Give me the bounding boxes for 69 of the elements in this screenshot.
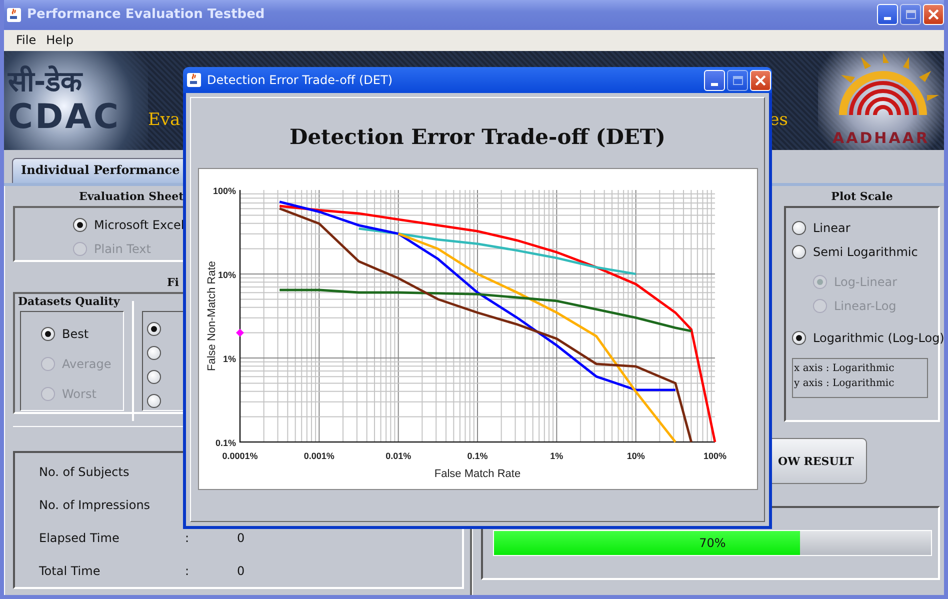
x-tick-label: 1% xyxy=(550,451,563,461)
logo-text: AADHAAR xyxy=(832,129,930,148)
x-tick-label: 100% xyxy=(702,451,726,461)
close-icon xyxy=(928,9,939,20)
axis-scale-text: x axis : Logarithmic xyxy=(794,362,896,376)
banner-heading: Eva xyxy=(148,110,180,130)
radio-button[interactable] xyxy=(73,218,87,232)
stat-label: Elapsed Time xyxy=(39,530,120,544)
chart-title: Detection Error Trade-off (DET) xyxy=(289,124,666,151)
stat-separator: : xyxy=(185,530,190,544)
coffee-cup-icon xyxy=(6,6,22,23)
stat-value: 0 xyxy=(237,564,245,578)
y-tick-label: 0.1% xyxy=(214,438,236,448)
radio-label: Linear-Log xyxy=(834,299,896,313)
radio-button[interactable] xyxy=(147,322,161,336)
radio-label: Plain Text xyxy=(94,242,151,256)
axis-scale-text: y axis : Logarithmic xyxy=(794,377,896,391)
y-tick-label: 100% xyxy=(212,186,236,196)
radio-button[interactable] xyxy=(792,245,806,259)
minimize-button[interactable] xyxy=(704,70,725,90)
coffee-cup-icon xyxy=(186,72,202,88)
show-result-button[interactable]: OW RESULT xyxy=(771,438,867,484)
window-title: Detection Error Trade-off (DET) xyxy=(207,73,393,87)
x-tick-label: 10% xyxy=(626,451,644,461)
stat-separator: : xyxy=(185,564,190,578)
stat-label: Total Time xyxy=(39,564,102,578)
radio-button[interactable] xyxy=(792,221,806,235)
radio-label: Worst xyxy=(62,387,96,401)
radio-button[interactable] xyxy=(147,394,161,408)
group-title: Plot Scale xyxy=(831,190,893,205)
radio-button[interactable] xyxy=(147,370,161,384)
group-title: Fi xyxy=(167,276,179,291)
minimize-icon xyxy=(711,82,718,86)
close-button[interactable] xyxy=(923,4,944,26)
x-tick-label: 0.01% xyxy=(385,451,411,461)
radio-button[interactable] xyxy=(147,346,161,360)
maximize-button[interactable] xyxy=(727,70,748,90)
stat-label: No. of Subjects xyxy=(39,464,130,478)
radio-label: Semi Logarithmic xyxy=(813,245,918,259)
minimize-button[interactable] xyxy=(877,4,898,26)
y-tick-label: 1% xyxy=(222,354,236,364)
maximize-icon xyxy=(732,76,742,84)
stat-value: 0 xyxy=(237,530,245,544)
menu-item[interactable]: File xyxy=(12,33,40,48)
close-icon xyxy=(755,74,766,86)
radio-label: Best xyxy=(62,327,89,341)
radio-label: Linear xyxy=(813,221,850,235)
maximize-icon xyxy=(906,10,916,20)
x-tick-label: 0.0001% xyxy=(222,451,258,461)
progress-text: 70% xyxy=(699,536,726,550)
radio-label: Average xyxy=(62,357,112,371)
radio-label: Microsoft Excel xyxy=(94,218,184,232)
radio-button[interactable] xyxy=(41,327,55,341)
group-title: Evaluation Sheet xyxy=(79,190,184,205)
stat-label: No. of Impressions xyxy=(39,498,152,512)
maximize-button[interactable] xyxy=(900,4,921,26)
radio-label: Log-Linear xyxy=(834,275,898,289)
y-axis-title: False Non-Match Rate xyxy=(206,260,218,372)
y-tick-label: 10% xyxy=(217,270,236,280)
radio-label: Logarithmic (Log-Log) xyxy=(813,331,944,345)
group-title: Datasets Quality xyxy=(18,295,120,308)
radio-button[interactable] xyxy=(792,331,806,345)
close-button[interactable] xyxy=(750,70,771,90)
x-tick-label: 0.001% xyxy=(303,451,334,461)
x-tick-label: 0.1% xyxy=(466,451,488,461)
x-axis-title: False Match Rate xyxy=(434,468,520,480)
minimize-icon xyxy=(884,17,891,20)
window-title: Performance Evaluation Testbed xyxy=(27,7,265,22)
menu-item[interactable]: Help xyxy=(42,33,78,48)
